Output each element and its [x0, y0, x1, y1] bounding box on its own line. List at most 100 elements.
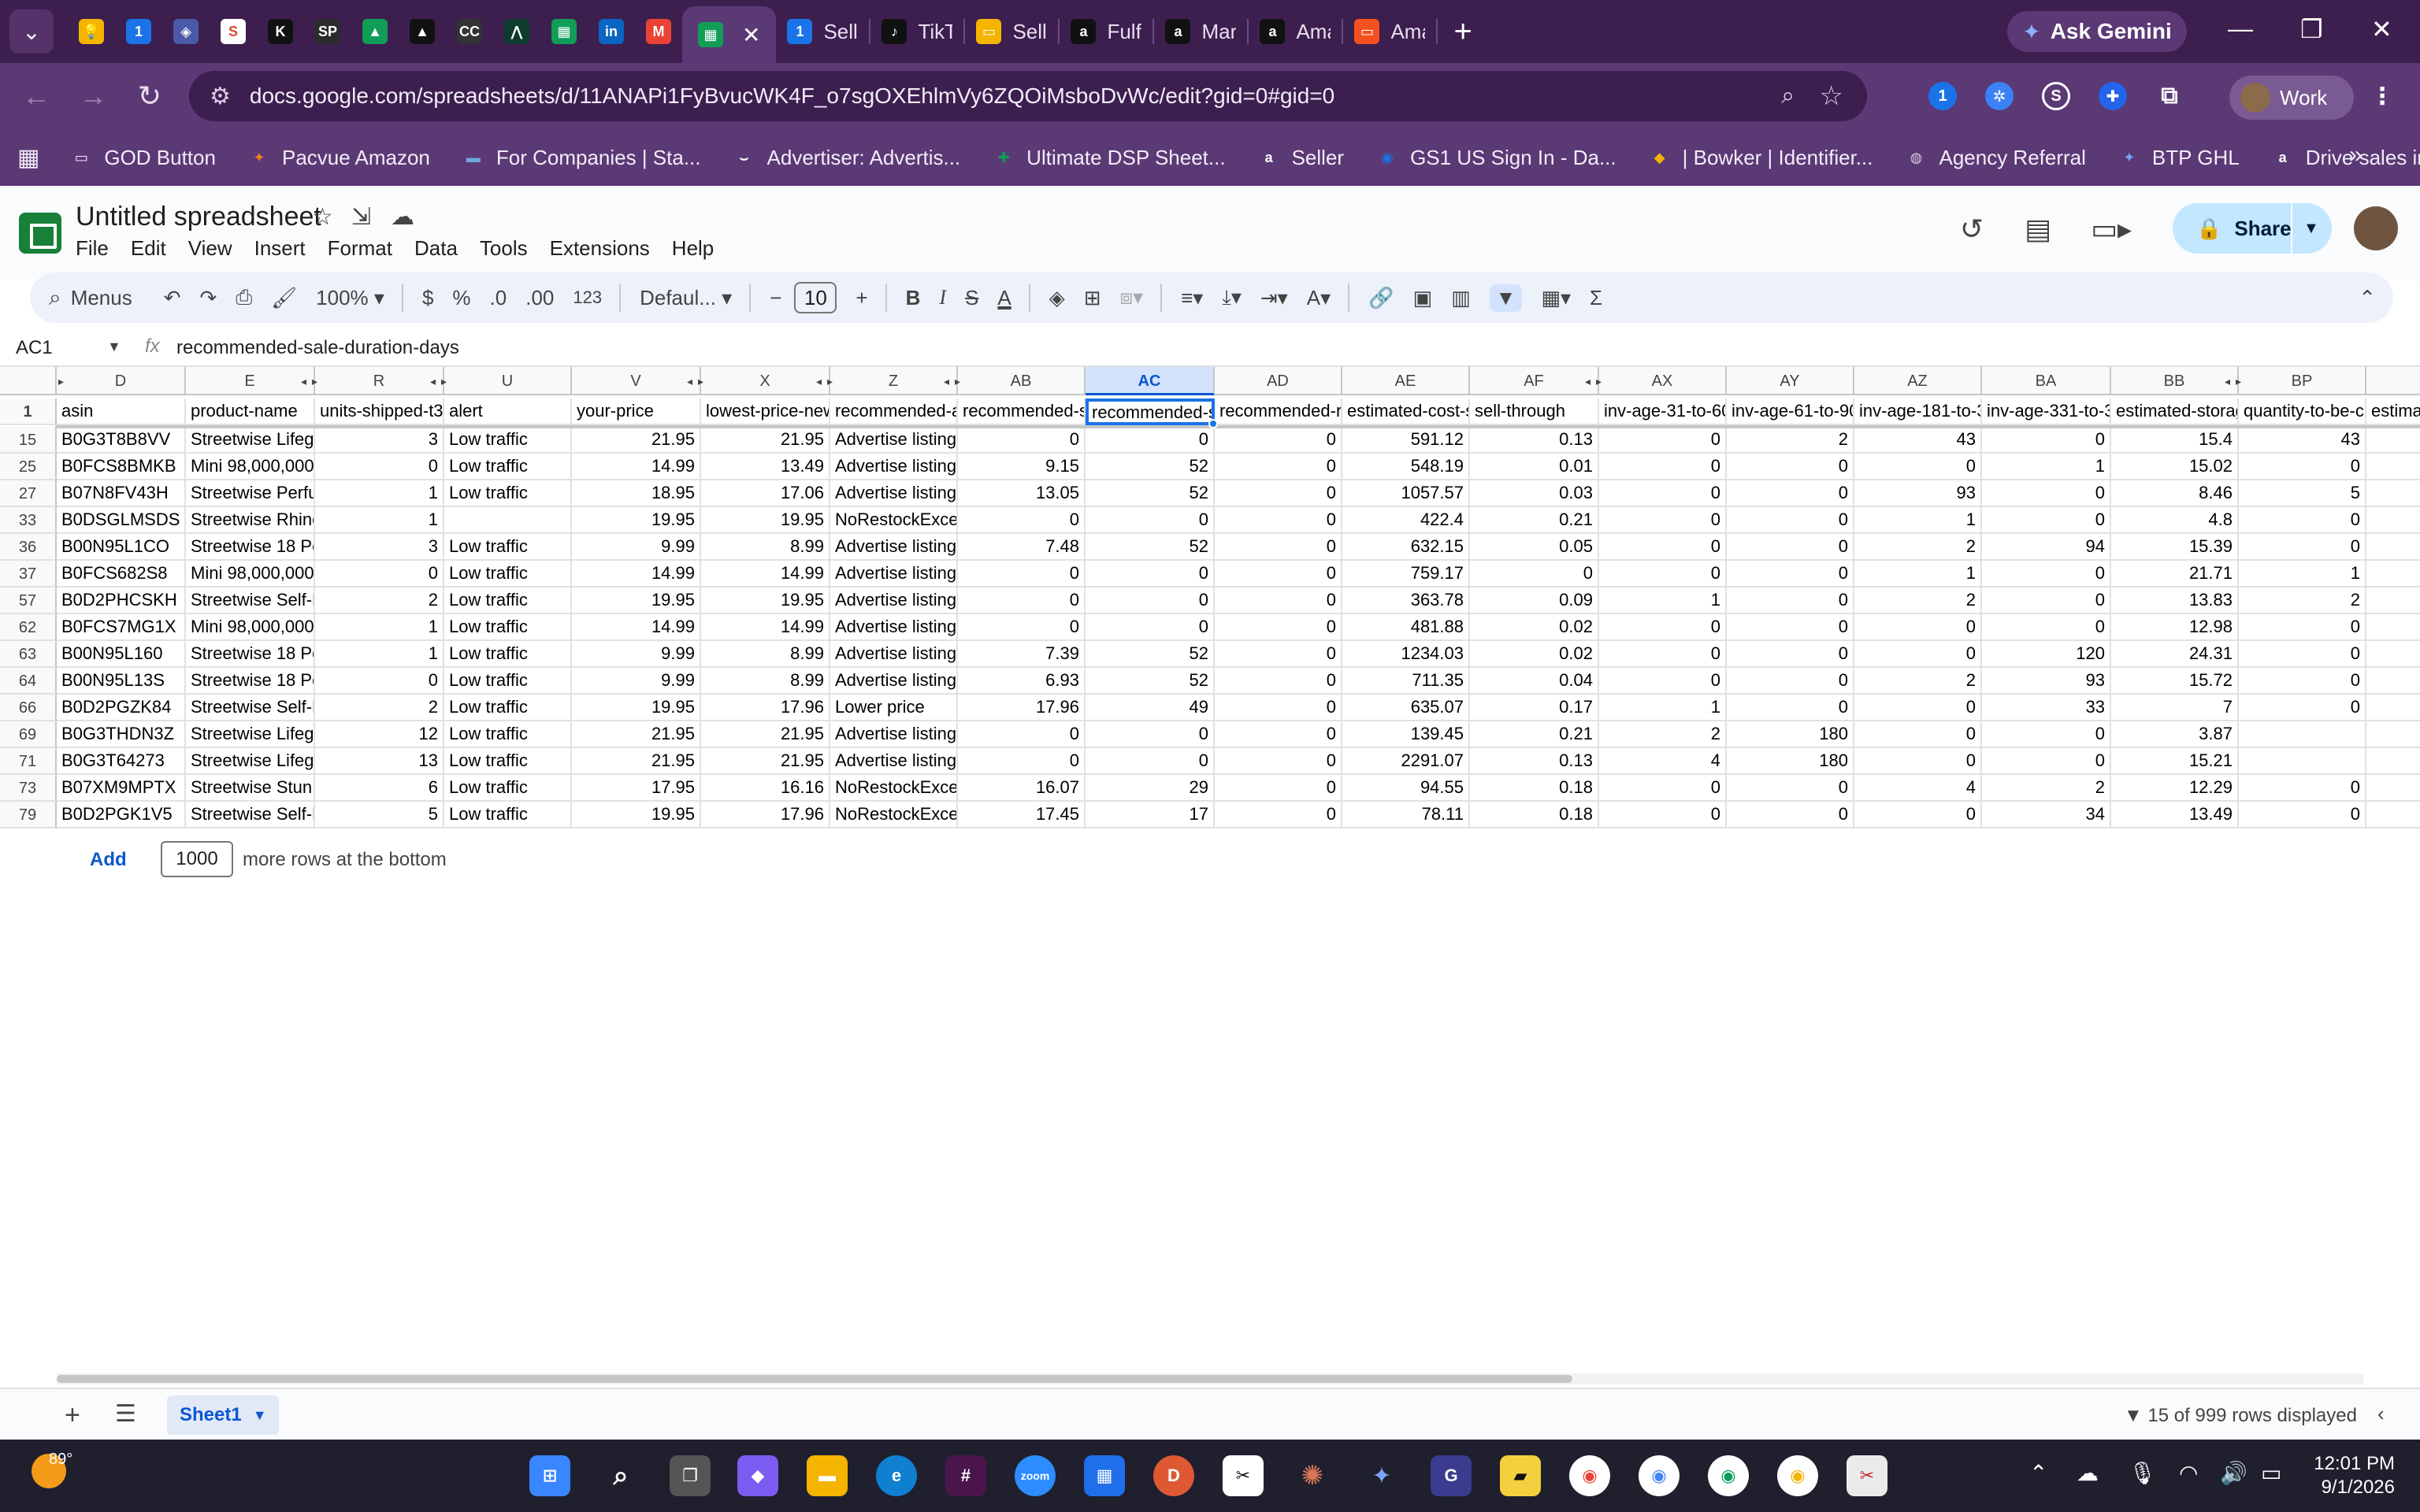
table-cell[interactable]: 15.4 [2111, 427, 2239, 454]
table-cell[interactable]: B07N8FV43H [57, 480, 186, 507]
font-select[interactable]: Defaul... ▾ [640, 286, 732, 310]
merge-cells-icon[interactable]: ⧈▾ [1120, 285, 1144, 310]
active-tab[interactable]: ▦ ✕ [682, 6, 777, 63]
table-cell[interactable]: 0 [1854, 802, 1982, 828]
header-cell[interactable]: estima [2366, 398, 2420, 425]
menu-file[interactable]: File [76, 236, 109, 261]
column-header[interactable]: BB [2111, 367, 2239, 395]
table-cell[interactable]: 632.15 [1342, 534, 1470, 561]
claude-icon[interactable]: ✺ [1292, 1455, 1333, 1496]
table-cell[interactable]: 0 [1854, 695, 1982, 721]
table-cell[interactable]: Low traffic [444, 454, 572, 480]
hidden-columns-expand-icon[interactable]: ◂ [2225, 375, 2230, 388]
table-cell[interactable]: 3.87 [2111, 721, 2239, 748]
table-cell[interactable]: 0 [1599, 534, 1727, 561]
row-header[interactable]: 71 [0, 748, 57, 775]
table-cell[interactable]: 7.39 [958, 641, 1086, 668]
browser-tab[interactable]: ♪ TikTo [870, 6, 963, 57]
header-cell[interactable]: estimated-cost-s [1342, 398, 1470, 425]
table-cell[interactable]: 21.95 [572, 427, 701, 454]
table-cell[interactable]: 0 [958, 748, 1086, 775]
row-header[interactable]: 1 [0, 398, 57, 425]
table-cell[interactable]: 13.49 [701, 454, 830, 480]
table-cell[interactable]: 33 [1982, 695, 2111, 721]
volume-icon[interactable]: 🔊 [2220, 1460, 2247, 1486]
table-cell[interactable]: 16.16 [701, 775, 830, 802]
table-cell[interactable]: 21.95 [701, 427, 830, 454]
table-cell[interactable]: 15.72 [2111, 668, 2239, 695]
column-header[interactable]: AD [1215, 367, 1342, 395]
column-header[interactable]: X [701, 367, 830, 395]
table-cell[interactable]: B0FCS682S8 [57, 561, 186, 587]
header-cell[interactable]: recommended-re [1215, 398, 1342, 425]
table-cell[interactable]: 52 [1086, 534, 1215, 561]
table-cell[interactable] [2366, 507, 2420, 534]
table-cell[interactable]: 0 [1599, 454, 1727, 480]
ask-gemini-button[interactable]: ✦ Ask Gemini [2007, 11, 2187, 52]
header-cell[interactable]: recommended-a [830, 398, 958, 425]
table-cell[interactable]: Advertise listing [830, 668, 958, 695]
table-cell[interactable]: Streetwise Self-D [186, 802, 315, 828]
select-all-corner[interactable] [0, 367, 57, 395]
table-cell[interactable]: Streetwise Rhine [186, 507, 315, 534]
table-cell[interactable]: 0 [1086, 748, 1215, 775]
table-cell[interactable]: B0DSGLMSDS [57, 507, 186, 534]
table-cell[interactable]: Advertise listing [830, 480, 958, 507]
table-cell[interactable]: 0 [2239, 507, 2366, 534]
menu-insert[interactable]: Insert [254, 236, 306, 261]
restore-icon[interactable]: ❐ [2300, 14, 2323, 44]
table-cell[interactable]: 78.11 [1342, 802, 1470, 828]
column-header[interactable]: V [572, 367, 701, 395]
sheet-tab[interactable]: Sheet1 ▼ [167, 1395, 279, 1435]
browser-tab[interactable]: in [588, 6, 635, 57]
table-cell[interactable]: 0 [1215, 614, 1342, 641]
insert-comment-icon[interactable]: ▣ [1413, 286, 1433, 310]
table-cell[interactable]: 0 [315, 561, 444, 587]
table-cell[interactable]: Low traffic [444, 534, 572, 561]
table-cell[interactable]: 0 [1215, 802, 1342, 828]
browser-tab[interactable]: ▲ [399, 6, 446, 57]
table-cell[interactable]: B0G3T8B8VV [57, 427, 186, 454]
bookmark-item[interactable]: ▭ GOD Button [69, 146, 216, 170]
forward-icon[interactable]: → [65, 80, 121, 113]
table-cell[interactable]: 0 [1086, 561, 1215, 587]
table-cell[interactable]: 1 [315, 641, 444, 668]
table-cell[interactable]: Advertise listing [830, 534, 958, 561]
browser-tab[interactable]: 💡 [68, 6, 115, 57]
table-cell[interactable]: 0.21 [1470, 507, 1599, 534]
row-header[interactable]: 57 [0, 587, 57, 614]
header-cell[interactable]: estimated-storag [2111, 398, 2239, 425]
side-panel-toggle-icon[interactable]: ‹ [2377, 1402, 2385, 1426]
bookmark-item[interactable]: ✚ Ultimate DSP Sheet... [992, 146, 1226, 170]
table-cell[interactable] [2366, 480, 2420, 507]
table-cell[interactable]: 0 [1215, 641, 1342, 668]
browser-tab[interactable]: K [257, 6, 304, 57]
table-cell[interactable]: Streetwise 18 Pe [186, 534, 315, 561]
table-cell[interactable]: 2 [1982, 775, 2111, 802]
table-cell[interactable]: 0 [1599, 507, 1727, 534]
chrome-work-icon[interactable]: ◉ [1639, 1455, 1680, 1496]
bookmark-item[interactable]: ✦ Pacvue Amazon [247, 146, 429, 170]
table-cell[interactable]: 0 [1854, 614, 1982, 641]
row-header[interactable]: 69 [0, 721, 57, 748]
header-cell[interactable]: quantity-to-be-ch [2239, 398, 2366, 425]
menu-tools[interactable]: Tools [480, 236, 528, 261]
menus-search[interactable]: ⌕ Menus [43, 284, 132, 311]
table-cell[interactable]: B00N95L1CO [57, 534, 186, 561]
decrease-decimal-button[interactable]: .0 [490, 286, 507, 310]
table-cell[interactable]: 0 [1215, 775, 1342, 802]
table-cell[interactable]: 2 [1599, 721, 1727, 748]
table-cell[interactable]: 17.96 [958, 695, 1086, 721]
table-cell[interactable]: Low traffic [444, 668, 572, 695]
currency-format-button[interactable]: $ [422, 286, 433, 310]
text-rotation-icon[interactable]: A▾ [1307, 286, 1331, 310]
table-cell[interactable]: 422.4 [1342, 507, 1470, 534]
table-cell[interactable]: Mini 98,000,000 [186, 614, 315, 641]
table-cell[interactable]: 0 [1086, 587, 1215, 614]
table-cell[interactable]: 0.01 [1470, 454, 1599, 480]
horizontal-scrollbar[interactable] [57, 1373, 2363, 1384]
table-cell[interactable]: 0 [1086, 614, 1215, 641]
table-cell[interactable]: 21.95 [701, 721, 830, 748]
add-sheet-icon[interactable]: + [65, 1400, 80, 1431]
functions-icon[interactable]: Σ [1590, 286, 1602, 310]
